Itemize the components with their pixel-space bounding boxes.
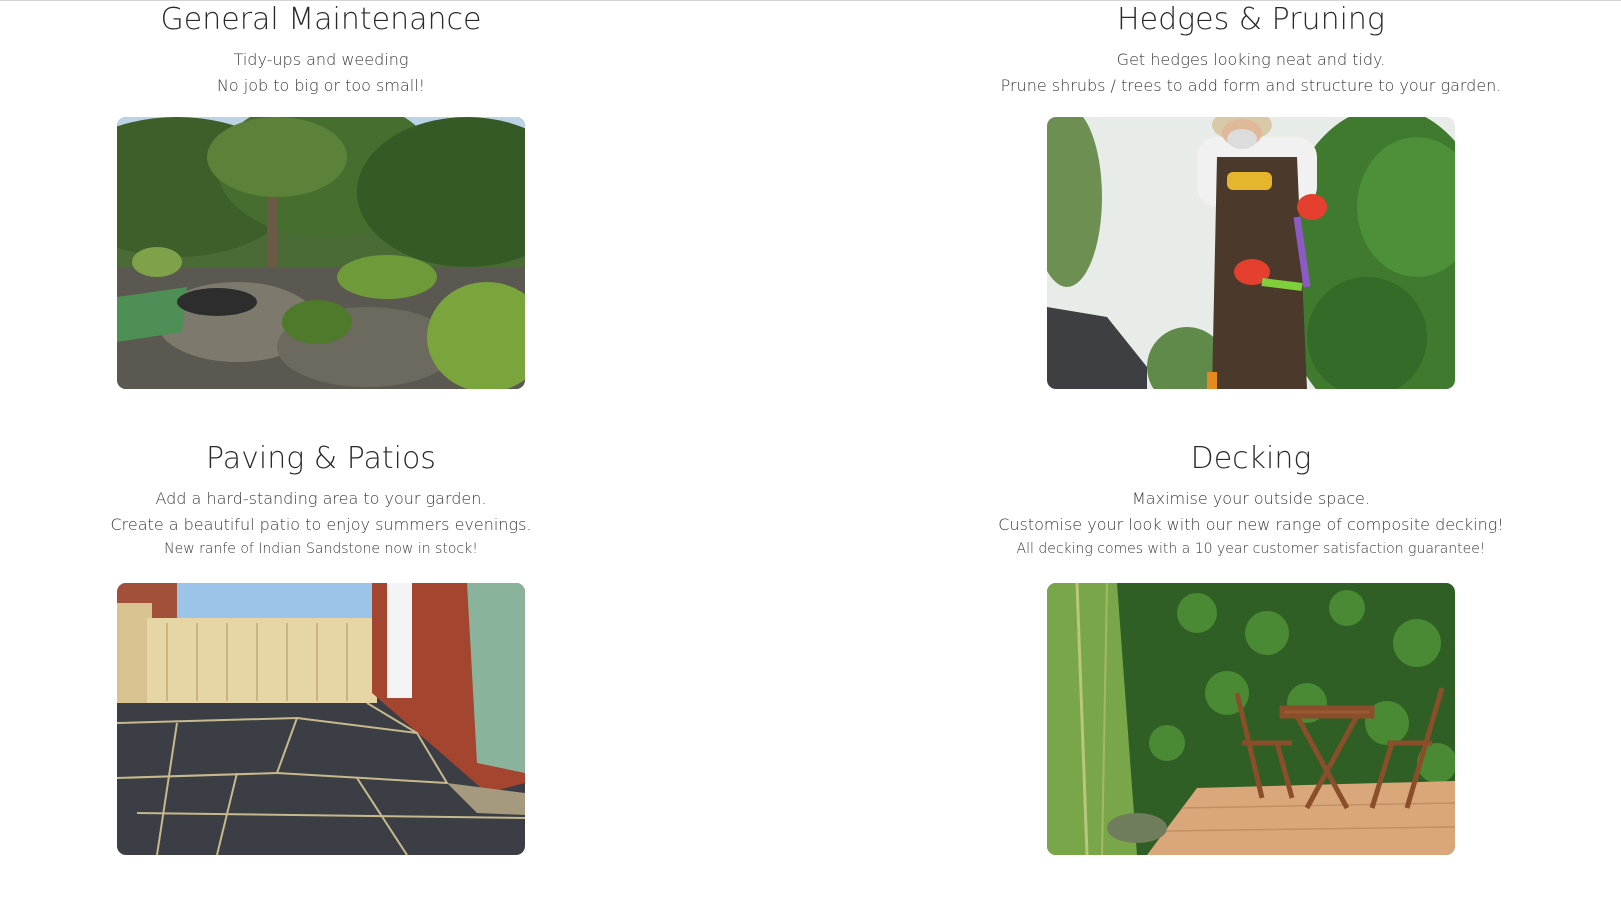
- service-description-line: Customise your look with our new range o…: [998, 515, 1504, 534]
- deck-bistro-set-photo: [1047, 583, 1455, 855]
- service-card-hedges-pruning: Hedges & Pruning Get hedges looking neat…: [901, 0, 1601, 99]
- service-description-line: No job to big or too small!: [216, 76, 426, 95]
- gardener-trimming-hedge-photo: [1047, 117, 1455, 389]
- service-description-line: Maximise your outside space.: [1132, 489, 1370, 508]
- service-title: Decking: [1190, 441, 1312, 476]
- service-description-line: Add a hard-standing area to your garden.: [155, 489, 487, 508]
- service-description-line: Prune shrubs / trees to add form and str…: [1000, 76, 1502, 95]
- slate-patio-photo: [117, 583, 525, 855]
- garden-rockery-photo: [117, 117, 525, 389]
- service-title: Hedges & Pruning: [1117, 2, 1385, 37]
- service-card-general-maintenance: General Maintenance Tidy-ups and weeding…: [0, 0, 671, 99]
- service-card-decking: Decking Maximise your outside space. Cus…: [901, 439, 1601, 560]
- service-title: Paving & Patios: [206, 441, 436, 476]
- service-note: All decking comes with a 10 year custome…: [1016, 541, 1486, 557]
- service-description-line: Tidy-ups and weeding: [233, 50, 409, 69]
- service-description-line: Get hedges looking neat and tidy.: [1116, 50, 1386, 69]
- service-description-line: Create a beautiful patio to enjoy summer…: [110, 515, 532, 534]
- service-note: New ranfe of Indian Sandstone now in sto…: [164, 541, 478, 557]
- service-title: General Maintenance: [160, 2, 482, 37]
- service-card-paving-patios: Paving & Patios Add a hard-standing area…: [0, 439, 671, 560]
